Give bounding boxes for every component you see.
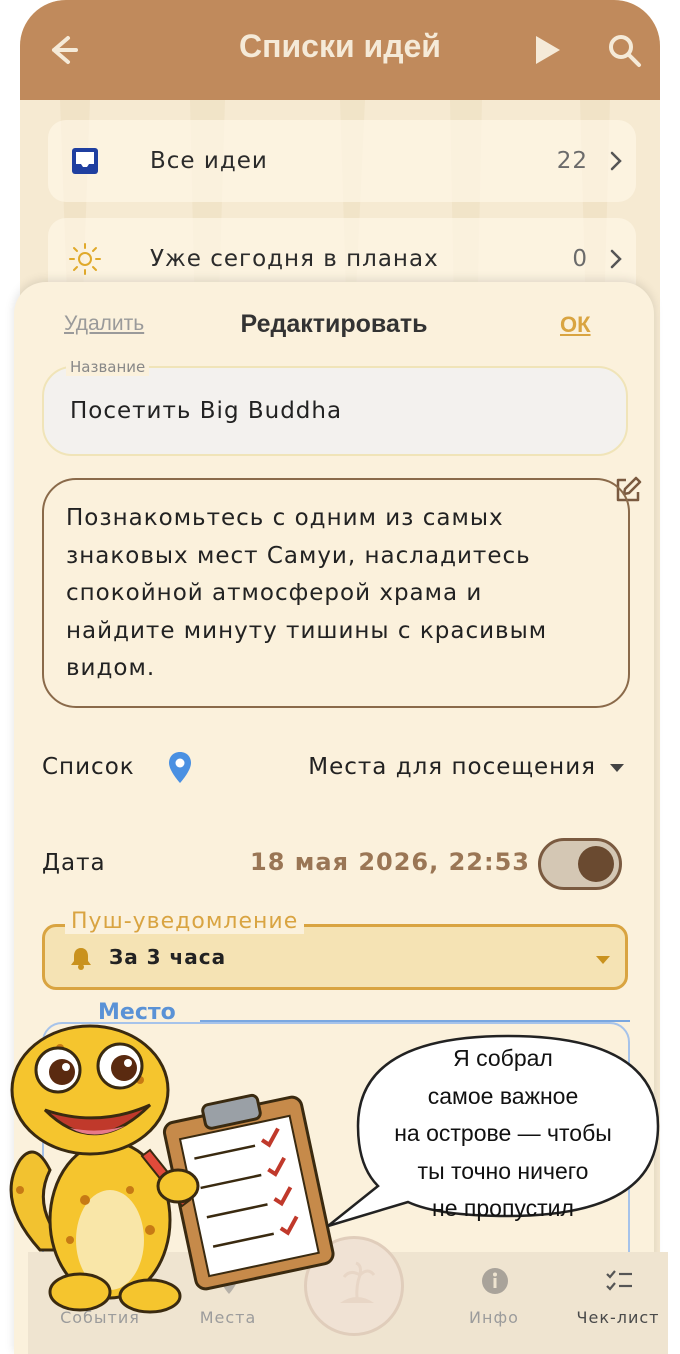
tab-label: Чек-лист	[576, 1308, 660, 1327]
date-label: Дата	[42, 850, 106, 876]
description-line: спокойной атмосферой храма и	[66, 580, 483, 606]
speech-line: самое важное	[427, 1082, 579, 1109]
ok-button[interactable]: ОК	[560, 312, 591, 338]
play-icon[interactable]	[528, 32, 564, 68]
list-label: Список	[42, 754, 135, 780]
caret-down-icon	[596, 956, 610, 964]
date-toggle[interactable]	[538, 838, 622, 890]
name-field[interactable]: Название Посетить Big Buddha	[42, 358, 628, 456]
list-item-count: 0	[572, 246, 588, 272]
map-pin-icon	[169, 752, 191, 783]
inbox-icon	[72, 148, 98, 174]
sun-icon	[69, 243, 101, 275]
speech-line: не пропустил	[432, 1195, 574, 1221]
speech-line: ты точно ничего	[417, 1157, 589, 1184]
sheet-title: Редактировать	[240, 310, 428, 338]
description-line: найдите минуту тишины с красивым	[66, 617, 548, 644]
list-item-all-ideas[interactable]: Все идеи 22	[48, 120, 636, 202]
name-field-value: Посетить Big Buddha	[70, 398, 343, 424]
list-selector-row[interactable]: Список Места для посещения	[42, 738, 632, 798]
push-notification-select[interactable]: Пуш-уведомление За 3 часа	[42, 909, 628, 990]
list-item-label: Уже сегодня в планах	[150, 246, 439, 272]
speech-line: Я собрал	[453, 1045, 553, 1071]
list-item-label: Все идеи	[150, 148, 268, 174]
bell-icon	[71, 948, 91, 970]
toggle-knob	[578, 846, 614, 882]
description-line: видом.	[66, 655, 156, 681]
chevron-right-icon	[610, 151, 622, 171]
speech-bubble-text: Я собрал самое важное на острове — чтобы…	[348, 1040, 658, 1228]
chevron-right-icon	[610, 249, 622, 269]
push-value: За 3 часа	[109, 945, 227, 969]
date-row: Дата 18 мая 2026, 22:53	[42, 834, 632, 894]
app-header: Списки идей	[20, 0, 660, 100]
gecko-mascot-illustration	[9, 1024, 335, 1314]
page-title: Списки идей	[239, 28, 441, 64]
tab-info[interactable]: Инфо	[444, 1252, 544, 1352]
tab-checklist[interactable]: Чек-лист	[568, 1252, 668, 1352]
speech-bubble: Я собрал самое важное на острове — чтобы…	[318, 1026, 670, 1238]
info-icon	[482, 1268, 508, 1294]
description-field[interactable]: Познакомьтесь с одним из самых знаковых …	[42, 478, 630, 708]
list-item-count: 22	[556, 148, 588, 174]
list-value: Места для посещения	[308, 754, 596, 780]
checklist-icon	[606, 1270, 632, 1291]
description-text: Познакомьтесь с одним из самых знаковых …	[66, 500, 606, 688]
description-line: Познакомьтесь с одним из самых	[66, 505, 504, 531]
date-value[interactable]: 18 мая 2026, 22:53	[250, 848, 530, 876]
caret-down-icon	[610, 764, 624, 772]
push-label: Пуш-уведомление	[65, 909, 305, 934]
tab-label: Инфо	[469, 1308, 519, 1327]
speech-line: на острове — чтобы	[394, 1120, 612, 1146]
description-line: знаковых мест Самуи, насладитесь	[66, 542, 531, 569]
name-field-label: Название	[66, 358, 150, 376]
search-icon[interactable]	[604, 30, 644, 70]
